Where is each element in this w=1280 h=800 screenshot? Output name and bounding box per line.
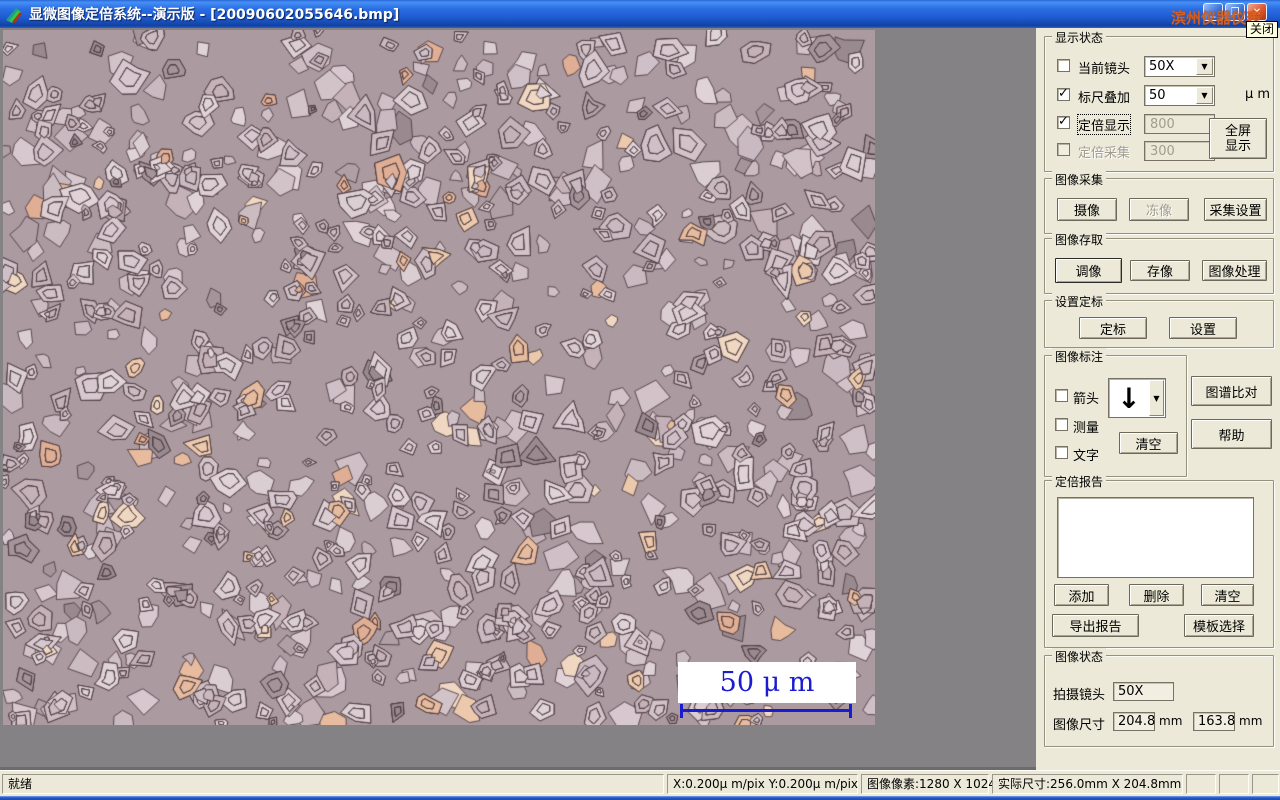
arrow-down-icon: ↓ [1117, 381, 1141, 415]
status-empty-panel [1219, 774, 1249, 794]
image-width-field[interactable]: 204.8 [1113, 712, 1155, 731]
capture-button[interactable]: 摄像 [1057, 198, 1117, 221]
capture-lens-field[interactable]: 50X [1113, 682, 1174, 701]
group-title: 显示状态 [1052, 29, 1107, 46]
group-display-status: 显示状态 当前镜头 50X ▼ ✓ 标尺叠加 50 ▼ μ m ✓ 定倍显示 8… [1044, 29, 1274, 172]
image-height-field[interactable]: 163.8 [1193, 712, 1235, 731]
image-size-label: 图像尺寸 [1053, 718, 1106, 733]
status-empty-panel [1252, 774, 1279, 794]
status-actual-size: 实际尺寸:256.0mm X 204.8mm [992, 774, 1183, 794]
micrograph-image[interactable]: 50 μ m [3, 30, 875, 725]
export-report-button[interactable]: 导出报告 [1052, 614, 1139, 637]
status-image-pixels: 图像像素:1280 X 1024 [861, 774, 996, 794]
text-label[interactable]: 文字 [1073, 445, 1099, 464]
group-title: 设置定标 [1052, 293, 1107, 310]
scale-overlay-label[interactable]: 标尺叠加 [1078, 87, 1130, 106]
measure-checkbox[interactable] [1055, 418, 1068, 431]
fixed-capture-field: 300 [1144, 141, 1215, 161]
measure-label[interactable]: 测量 [1073, 417, 1099, 436]
current-lens-checkbox[interactable] [1057, 59, 1070, 72]
group-calibration: 设置定标 定标 设置 [1044, 293, 1274, 348]
app-icon [6, 8, 22, 23]
report-listbox[interactable] [1057, 497, 1254, 578]
report-add-button[interactable]: 添加 [1054, 584, 1109, 606]
control-panel: 显示状态 当前镜头 50X ▼ ✓ 标尺叠加 50 ▼ μ m ✓ 定倍显示 8… [1036, 28, 1280, 770]
fixed-capture-checkbox [1057, 143, 1070, 156]
chevron-down-icon[interactable]: ▼ [1196, 87, 1213, 104]
clear-annotation-button[interactable]: 清空 [1119, 432, 1178, 454]
group-title: 图像采集 [1052, 171, 1107, 188]
capture-lens-label: 拍摄镜头 [1053, 688, 1106, 703]
capture-settings-button[interactable]: 采集设置 [1204, 198, 1267, 221]
group-report: 定倍报告 添加 删除 清空 导出报告 模板选择 [1044, 473, 1274, 648]
atlas-compare-button[interactable]: 图谱比对 [1191, 376, 1272, 406]
group-image-capture: 图像采集 摄像 冻像 采集设置 [1044, 171, 1274, 234]
status-bar: 就绪 X:0.200μ m/pix Y:0.200μ m/pix 图像像素:12… [0, 770, 1280, 796]
micrograph-canvas[interactable] [3, 30, 875, 725]
setup-button[interactable]: 设置 [1169, 317, 1237, 339]
group-title: 图像标注 [1052, 348, 1107, 365]
title-bar: 显微图像定倍系统--演示版 - [20090602055646.bmp] [0, 0, 1280, 28]
close-tooltip: 关闭 [1246, 21, 1279, 38]
fullscreen-button[interactable]: 全屏 显示 [1209, 118, 1267, 159]
scale-bar: 50 μ m [678, 662, 856, 703]
arrow-checkbox[interactable] [1055, 389, 1068, 402]
height-unit-label: mm [1239, 714, 1263, 728]
current-lens-label[interactable]: 当前镜头 [1078, 58, 1130, 77]
chevron-down-icon[interactable]: ▼ [1149, 380, 1164, 416]
scale-unit-label: μ m [1245, 87, 1271, 102]
client-area: 50 μ m 显示状态 当前镜头 50X ▼ ✓ 标尺叠加 50 ▼ μ m ✓… [0, 28, 1280, 770]
image-process-button[interactable]: 图像处理 [1202, 260, 1267, 281]
check-icon: ✓ [1058, 86, 1069, 101]
template-select-button[interactable]: 模板选择 [1184, 614, 1254, 637]
freeze-button: 冻像 [1129, 198, 1189, 221]
save-image-button[interactable]: 存像 [1130, 260, 1190, 281]
group-annotation: 图像标注 箭头 测量 文字 ↓ ▼ 清空 [1044, 348, 1187, 477]
status-ready: 就绪 [2, 774, 664, 794]
fixed-capture-label: 定倍采集 [1078, 146, 1131, 161]
scale-overlay-checkbox[interactable]: ✓ [1057, 86, 1070, 101]
fixed-display-checkbox[interactable]: ✓ [1057, 114, 1070, 129]
window-bottom-border [0, 796, 1280, 800]
status-resolution: X:0.200μ m/pix Y:0.200μ m/pix [667, 774, 858, 794]
report-delete-button[interactable]: 删除 [1129, 584, 1184, 606]
window-title: 显微图像定倍系统--演示版 - [20090602055646.bmp] [29, 7, 400, 23]
group-image-storage: 图像存取 调像 存像 图像处理 [1044, 231, 1274, 294]
report-clear-button[interactable]: 清空 [1201, 584, 1254, 606]
fixed-display-label[interactable]: 定倍显示 [1076, 114, 1132, 135]
arrow-style-select[interactable]: ↓ ▼ [1108, 378, 1166, 418]
status-empty-panel [1186, 774, 1216, 794]
group-title: 图像存取 [1052, 231, 1107, 248]
group-title: 图像状态 [1052, 648, 1107, 665]
scale-bar-line [680, 704, 852, 718]
check-icon: ✓ [1058, 114, 1069, 129]
help-button[interactable]: 帮助 [1191, 419, 1272, 449]
group-title: 定倍报告 [1052, 473, 1107, 490]
calibrate-button[interactable]: 定标 [1079, 317, 1147, 339]
load-image-button[interactable]: 调像 [1055, 258, 1122, 283]
group-image-status: 图像状态 拍摄镜头 50X 图像尺寸 204.8 mm 163.8 mm [1044, 648, 1274, 747]
arrow-label[interactable]: 箭头 [1073, 388, 1099, 407]
fixed-display-field: 800 [1144, 114, 1215, 134]
scale-bar-label: 50 μ m [719, 667, 815, 698]
mdi-client-area: 50 μ m [0, 28, 1036, 770]
width-unit-label: mm [1159, 714, 1183, 728]
scale-value-select[interactable]: 50 ▼ [1144, 85, 1215, 106]
chevron-down-icon[interactable]: ▼ [1196, 58, 1213, 75]
current-lens-select[interactable]: 50X ▼ [1144, 56, 1215, 77]
text-checkbox[interactable] [1055, 446, 1068, 459]
